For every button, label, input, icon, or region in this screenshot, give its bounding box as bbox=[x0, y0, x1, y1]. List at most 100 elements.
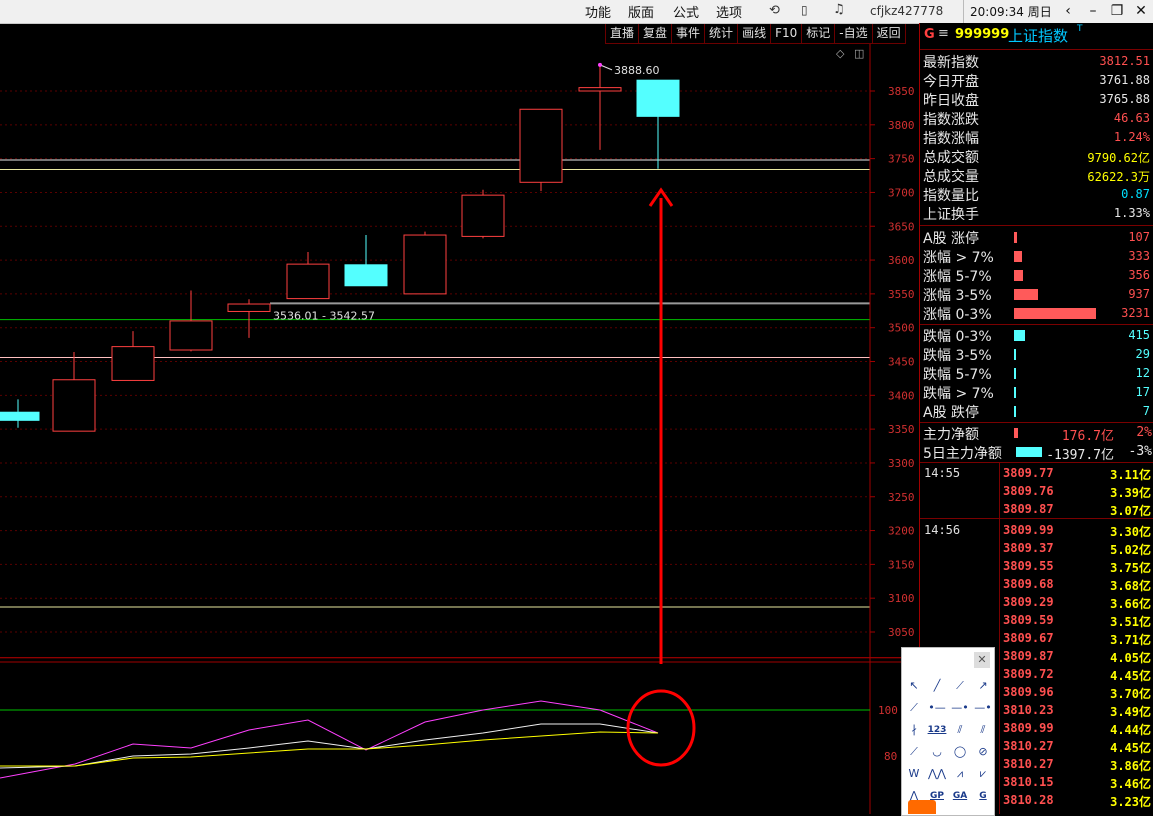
tick-price: 3809.68 bbox=[1003, 577, 1054, 591]
horizontal-lines bbox=[0, 159, 919, 659]
title-bar: 功能 版面 公式 选项 ⟲ ▯ ♫ cfjkz427778 20:09:34 周… bbox=[0, 0, 1153, 24]
ray-icon[interactable]: ⟋ bbox=[950, 678, 970, 694]
y-tick-label: 3450 bbox=[888, 356, 915, 369]
tick-amount: 3.07亿 bbox=[1110, 504, 1151, 518]
menu-icon[interactable]: ≡ bbox=[938, 26, 949, 41]
toolbar-events-button[interactable]: 事件 bbox=[671, 24, 706, 44]
breadth-bar bbox=[1014, 368, 1016, 379]
app-launcher-icon[interactable] bbox=[908, 800, 936, 814]
bell-icon[interactable]: ♫ bbox=[833, 2, 845, 17]
toolbar-drawline-button[interactable]: 画线 bbox=[737, 24, 772, 44]
dot-line-icon[interactable]: •— bbox=[927, 700, 947, 716]
minimize-icon[interactable]: – bbox=[1082, 1, 1104, 21]
tick-price: 3809.37 bbox=[1003, 541, 1054, 555]
divider bbox=[920, 422, 1153, 423]
segment-icon[interactable]: ⟋ bbox=[904, 700, 924, 716]
breadth-bar bbox=[1014, 232, 1017, 243]
phone-icon[interactable]: ▯ bbox=[801, 3, 808, 17]
breadth-bar bbox=[1014, 349, 1016, 360]
restore-icon[interactable]: ❐ bbox=[1106, 1, 1128, 21]
breadth-value: 17 bbox=[1135, 385, 1150, 399]
tick-amount: 3.70亿 bbox=[1110, 687, 1151, 701]
indicator-line-magenta bbox=[0, 700, 659, 779]
stat-value: 3812.51 bbox=[1099, 54, 1150, 68]
menu-layout[interactable]: 版面 bbox=[628, 2, 654, 21]
stat-value: 62622.3万 bbox=[1087, 170, 1150, 184]
y-tick-label: 3300 bbox=[888, 457, 915, 470]
username[interactable]: cfjkz427778 bbox=[870, 4, 943, 18]
parallel-icon[interactable]: ⫽ bbox=[950, 722, 970, 738]
y-tick-label: 3250 bbox=[888, 491, 915, 504]
drawing-tools-palette[interactable]: ✕ ↖ ╱ ⟋ ↗ ⟋ •— —• —• ∤ 123 ⫽ ⫽ ⟋ ◡ ◯ ⊘ W ⋀⋀ ⩘ ⩗ ⋀ GP GA G bbox=[901, 647, 995, 816]
close-icon[interactable]: ✕ bbox=[974, 652, 990, 668]
stat-label: 指数涨幅 bbox=[923, 131, 979, 147]
tick-time: 14:56 bbox=[924, 523, 961, 537]
tick-price: 3810.27 bbox=[1003, 757, 1054, 771]
candles bbox=[0, 64, 680, 432]
y-tick-label: 3600 bbox=[888, 254, 915, 267]
y-tick-label: 3100 bbox=[888, 592, 915, 605]
wave-up-icon[interactable]: ⩘ bbox=[950, 766, 970, 782]
tick-price: 3809.55 bbox=[1003, 559, 1054, 573]
number-123-icon[interactable]: 123 bbox=[927, 722, 947, 738]
toolbar-f10-button[interactable]: F10 bbox=[770, 24, 803, 44]
no-icon[interactable]: ⊘ bbox=[973, 744, 993, 760]
cursor-icon[interactable]: ↖ bbox=[904, 678, 924, 694]
menu-function[interactable]: 功能 bbox=[585, 2, 611, 21]
candle-body bbox=[578, 87, 622, 92]
toolbar-replay-button[interactable]: 复盘 bbox=[638, 24, 673, 44]
close-icon[interactable]: ✕ bbox=[1130, 1, 1152, 21]
breadth-value: 415 bbox=[1128, 328, 1150, 342]
breadth-label: 涨幅 0-3% bbox=[923, 307, 992, 323]
candle-body bbox=[286, 263, 330, 300]
y-tick-label: 3050 bbox=[888, 626, 915, 639]
divider bbox=[963, 0, 964, 23]
candle-body bbox=[461, 194, 505, 237]
tick-amount: 4.45亿 bbox=[1110, 669, 1151, 683]
tick-price: 3810.28 bbox=[1003, 793, 1054, 807]
breadth-value: 356 bbox=[1128, 268, 1150, 282]
tick-price: 3809.67 bbox=[1003, 631, 1054, 645]
g-icon[interactable]: G bbox=[973, 788, 993, 804]
menu-formula[interactable]: 公式 bbox=[673, 2, 699, 21]
fib-icon[interactable]: ⟋ bbox=[904, 744, 924, 760]
ga-icon[interactable]: GA bbox=[950, 788, 970, 804]
tick-amount: 3.51亿 bbox=[1110, 615, 1151, 629]
tick-price: 3809.72 bbox=[1003, 667, 1054, 681]
breadth-bar bbox=[1014, 387, 1016, 398]
hray-icon[interactable]: —• bbox=[973, 700, 993, 716]
tick-amount: 3.39亿 bbox=[1110, 486, 1151, 500]
security-name[interactable]: 上证指数 bbox=[1008, 25, 1068, 46]
breadth-label: 跌幅 5-7% bbox=[923, 367, 992, 383]
stat-label: 指数量比 bbox=[923, 188, 979, 204]
wave-w-icon[interactable]: W bbox=[904, 766, 924, 782]
y-tick-label: 3350 bbox=[888, 423, 915, 436]
toolbar-back-button[interactable]: 返回 bbox=[871, 24, 906, 44]
candlestick-chart[interactable]: 3850 3800 3750 3700 3650 3600 3550 3500 3450 3400… bbox=[0, 44, 919, 814]
pencil-icon[interactable]: ∤ bbox=[904, 722, 924, 738]
menu-options[interactable]: 选项 bbox=[716, 2, 742, 21]
breadth-value: 7 bbox=[1142, 404, 1150, 418]
arc-icon[interactable]: ◡ bbox=[927, 744, 947, 760]
tick-price: 3809.59 bbox=[1003, 613, 1054, 627]
channel-icon[interactable]: ⫽ bbox=[973, 722, 993, 738]
refresh-icon[interactable]: ⟲ bbox=[769, 3, 780, 18]
candle-body bbox=[227, 303, 271, 312]
wave-m-icon[interactable]: ⋀⋀ bbox=[927, 766, 947, 782]
hline-icon[interactable]: —• bbox=[950, 700, 970, 716]
toolbar-stats-button[interactable]: 统计 bbox=[704, 24, 739, 44]
tick-price: 3809.29 bbox=[1003, 595, 1054, 609]
line-icon[interactable]: ╱ bbox=[927, 678, 947, 694]
wave-down-icon[interactable]: ⩗ bbox=[973, 766, 993, 782]
arrow-line-icon[interactable]: ↗ bbox=[973, 678, 993, 694]
back-icon[interactable]: ‹ bbox=[1057, 1, 1079, 21]
toolbar-live-button[interactable]: 直播 bbox=[605, 24, 640, 44]
breadth-label: A股 涨停 bbox=[923, 231, 980, 247]
circle-icon[interactable]: ◯ bbox=[950, 744, 970, 760]
toolbar-watchlist-button[interactable]: -自选 bbox=[834, 24, 873, 44]
toolbar-mark-button[interactable]: 标记 bbox=[801, 24, 836, 44]
tick-amount: 3.68亿 bbox=[1110, 579, 1151, 593]
tick-amount: 4.44亿 bbox=[1110, 723, 1151, 737]
candle-body bbox=[344, 264, 388, 287]
security-code: 999999 bbox=[955, 27, 1010, 42]
